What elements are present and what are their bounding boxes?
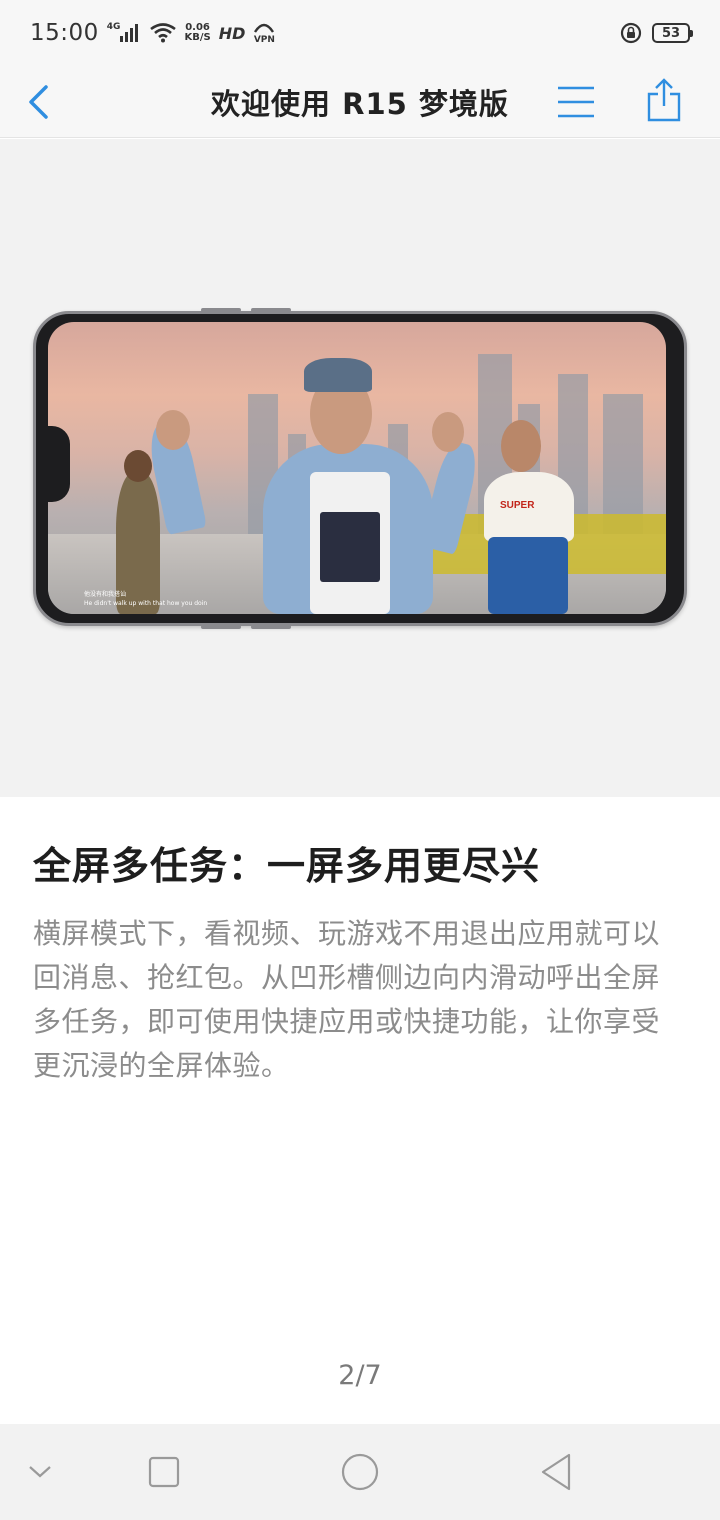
phone-notch xyxy=(48,426,70,502)
feature-description: 横屏模式下，看视频、玩游戏不用退出应用就可以回消息、抢红包。从凹形槽侧边向内滑动… xyxy=(33,917,661,1082)
rotation-lock-icon xyxy=(620,22,642,44)
share-button[interactable] xyxy=(640,74,688,126)
phone-side-button xyxy=(201,625,241,629)
shirt-text: SUPER xyxy=(500,500,535,511)
circle-icon xyxy=(341,1453,379,1491)
battery-level: 53 xyxy=(661,25,681,41)
system-navigation-bar xyxy=(0,1424,720,1520)
vpn-key-icon xyxy=(254,23,275,33)
wifi-icon xyxy=(150,23,177,43)
top-app-bar: 欢迎使用 R15 梦境版 xyxy=(0,66,720,138)
home-button[interactable] xyxy=(336,1448,384,1496)
video-frame: SUPER 他没有和我搭讪 He didn't walk up with tha… xyxy=(48,322,666,614)
feature-title: 全屏多任务：一屏多用更尽兴 xyxy=(33,844,541,888)
square-icon xyxy=(148,1456,180,1488)
video-subtitle-cn: 他没有和我搭讪 xyxy=(84,591,127,598)
hero-image: SUPER 他没有和我搭讪 He didn't walk up with tha… xyxy=(0,139,720,797)
signal-icon xyxy=(120,24,139,42)
share-icon xyxy=(647,78,681,122)
battery-icon: 53 xyxy=(652,23,693,43)
system-back-button[interactable] xyxy=(532,1448,580,1496)
back-button[interactable] xyxy=(18,78,58,126)
cap xyxy=(304,358,372,392)
status-right: 53 xyxy=(620,22,693,44)
status-bar: 15:00 4G 0.06 KB/S HD VPN 53 xyxy=(0,0,720,66)
vpn-icon: VPN xyxy=(253,22,275,45)
feature-content: 全屏多任务：一屏多用更尽兴 横屏模式下，看视频、玩游戏不用退出应用就可以回消息、… xyxy=(33,840,687,1088)
phone-side-button xyxy=(251,308,291,312)
menu-button[interactable] xyxy=(552,78,600,126)
video-subtitle-en: He didn't walk up with that how you doin xyxy=(84,600,208,607)
collapse-nav-button[interactable] xyxy=(16,1448,64,1496)
status-time: 15:00 xyxy=(30,20,99,46)
chevron-left-icon xyxy=(29,85,48,119)
hd-icon: HD xyxy=(218,23,246,43)
menu-icon xyxy=(558,86,594,118)
chevron-down-icon xyxy=(29,1466,51,1478)
page-title: 欢迎使用 R15 梦境版 xyxy=(211,86,509,121)
triangle-back-icon xyxy=(541,1453,571,1491)
net-speed: 0.06 KB/S xyxy=(184,22,211,43)
page-indicator: 2/7 xyxy=(338,1360,382,1391)
recent-apps-button[interactable] xyxy=(140,1448,188,1496)
status-icons: 4G 0.06 KB/S HD VPN xyxy=(107,22,276,45)
network-type-label: 4G xyxy=(106,21,121,32)
phone-illustration: SUPER 他没有和我搭讪 He didn't walk up with tha… xyxy=(33,308,687,629)
phone-side-button xyxy=(251,625,291,629)
phone-side-button xyxy=(201,308,241,312)
